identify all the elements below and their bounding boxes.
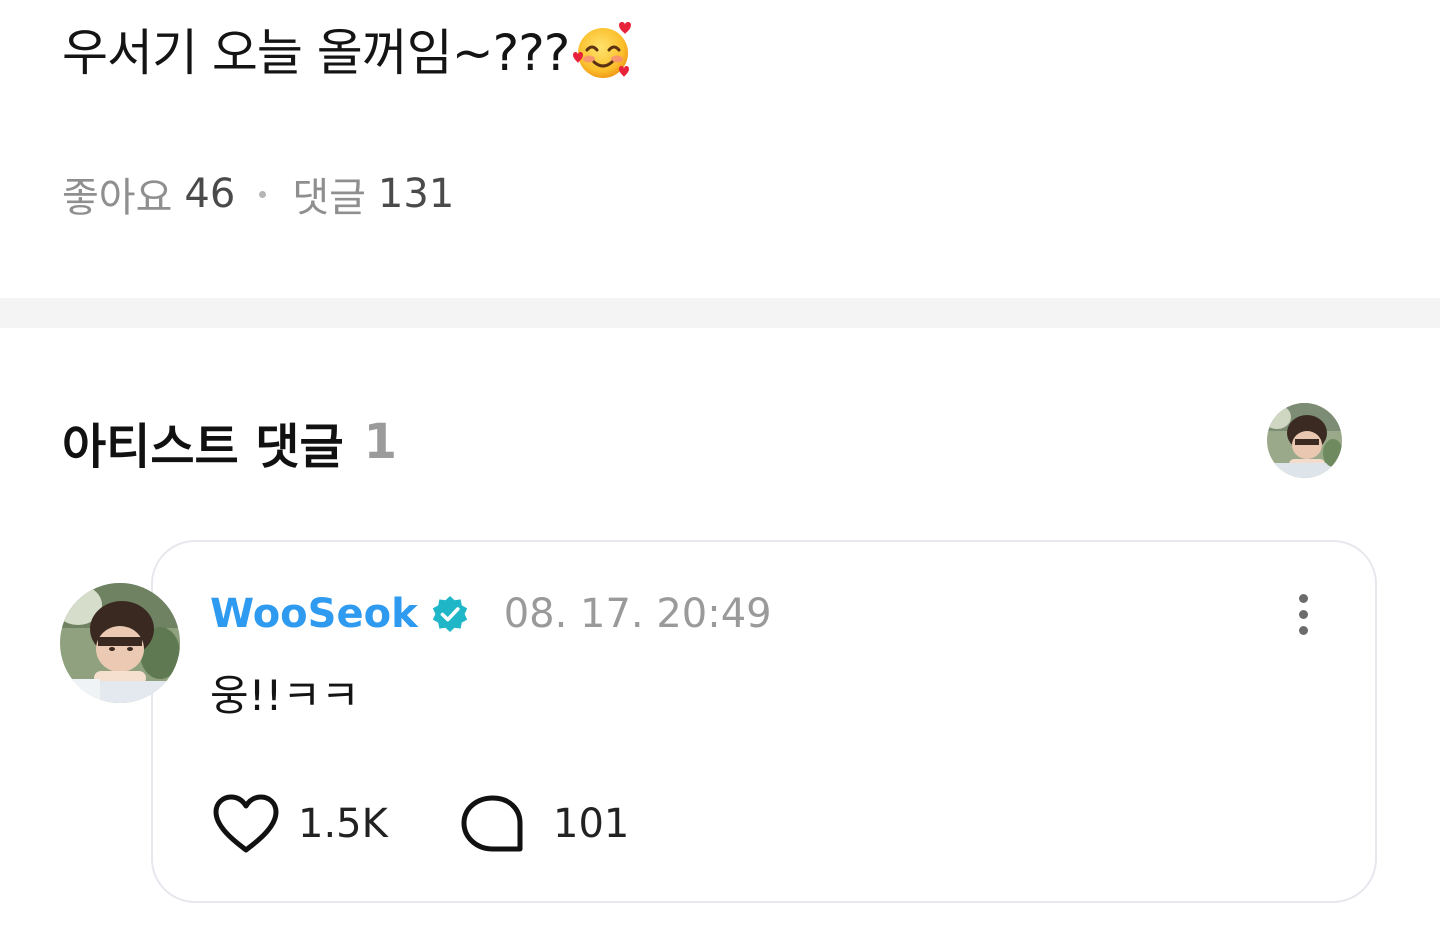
comments-count[interactable]: 131 (378, 171, 454, 217)
reply-button[interactable]: 101 (459, 792, 629, 856)
artist-comments-title: 아티스트 댓글 1 (62, 410, 398, 475)
verified-badge-icon (432, 596, 467, 632)
section-divider (0, 298, 1440, 328)
more-dot-icon (1298, 609, 1308, 619)
heart-icon (213, 794, 279, 853)
author-avatar-image (60, 583, 180, 703)
artist-avatar-button[interactable] (1267, 403, 1342, 478)
comment-author-avatar[interactable] (60, 583, 180, 703)
more-dot-icon (1298, 625, 1308, 635)
artist-avatar-image (1267, 403, 1342, 478)
like-button[interactable]: 1.5K (210, 792, 388, 856)
artist-comments-label: 아티스트 댓글 (62, 419, 344, 475)
comment-author-name[interactable]: WooSeok (210, 591, 418, 637)
likes-label: 좋아요 (62, 175, 173, 221)
post-text: 우서기 오늘 올꺼임~??? (62, 24, 570, 82)
post-text-row: 우서기 오늘 올꺼임~??? (62, 14, 635, 84)
comments-label: 댓글 (292, 175, 366, 221)
reply-count: 101 (553, 801, 630, 847)
more-dot-icon (1298, 593, 1308, 603)
post-stats: 좋아요 46 댓글 131 (62, 166, 454, 222)
comment-header: WooSeok 08. 17. 20:49 (210, 588, 772, 640)
artist-comments-count: 1 (363, 414, 398, 470)
more-options-button[interactable] (1283, 588, 1323, 640)
comment-text: 웅!!ㅋㅋ (210, 670, 360, 720)
comment-bubble-icon (461, 795, 523, 852)
separator-dot (259, 190, 267, 198)
likes-count[interactable]: 46 (184, 171, 235, 217)
smiling-face-with-hearts-icon (573, 22, 632, 78)
comment-timestamp: 08. 17. 20:49 (503, 591, 772, 637)
like-count: 1.5K (298, 801, 388, 847)
